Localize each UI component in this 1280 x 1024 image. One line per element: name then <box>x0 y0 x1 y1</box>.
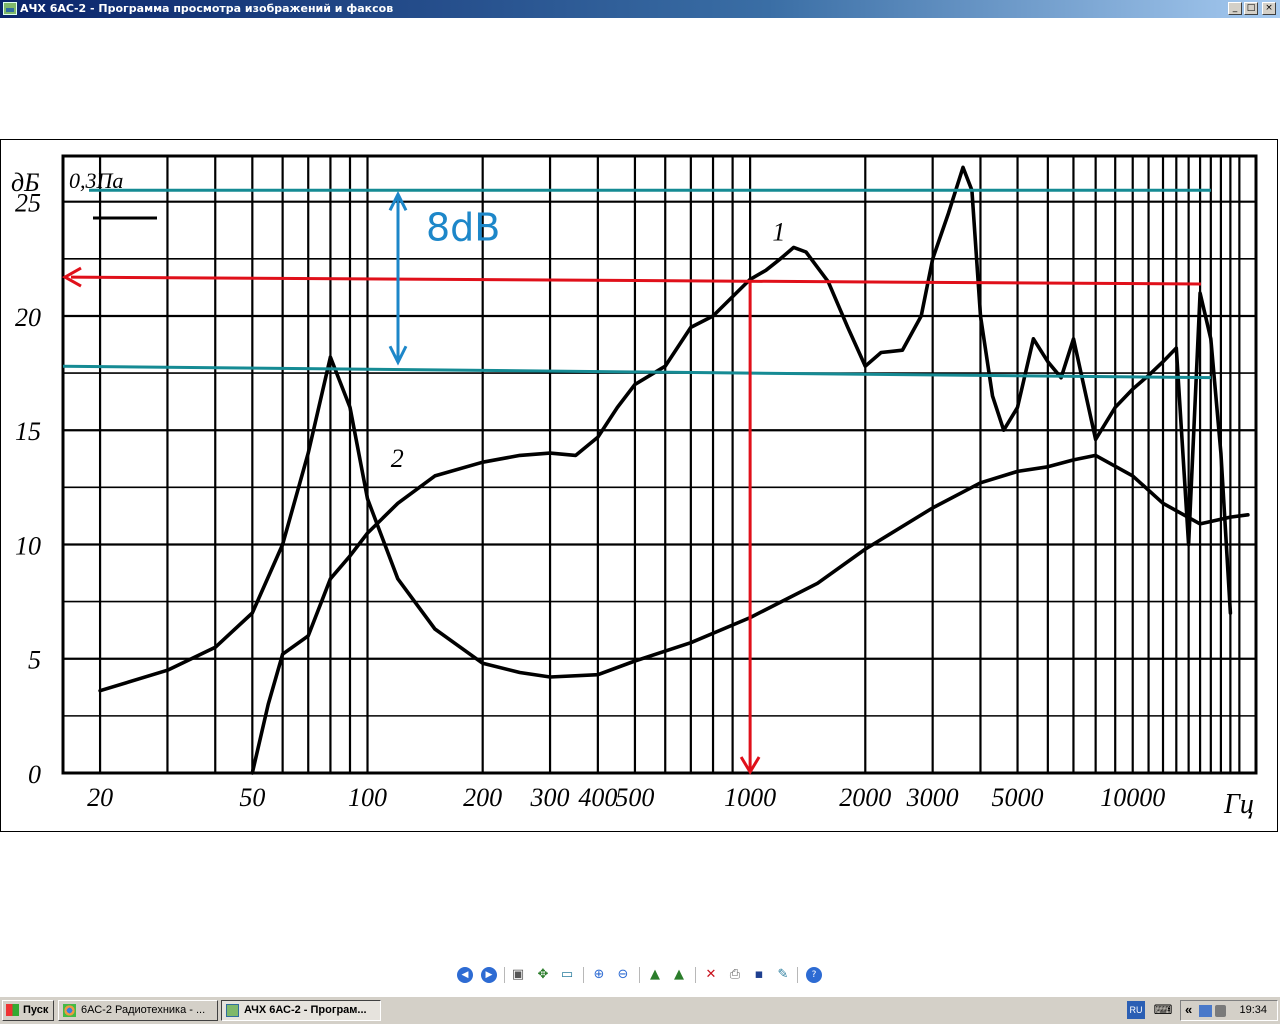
toolbar-separator <box>797 967 798 983</box>
windows-logo-icon <box>6 1004 19 1016</box>
toolbar-separator <box>639 967 640 983</box>
toolbar-separator <box>504 967 505 983</box>
help-button[interactable]: ? <box>806 967 822 983</box>
zoom-out-button[interactable]: ⊖ <box>614 966 632 984</box>
delete-icon: ✕ <box>705 967 717 982</box>
x-tick-label: 3000 <box>906 783 959 812</box>
x-tick-label: 200 <box>463 783 502 812</box>
actual-size-button[interactable]: ✥ <box>534 966 552 984</box>
slideshow-button[interactable]: ▭ <box>558 966 576 984</box>
app-icon <box>3 2 17 15</box>
x-tick-label: 300 <box>530 783 570 812</box>
print-button[interactable]: ⎙ <box>726 966 744 984</box>
network-icon[interactable] <box>1199 1005 1212 1017</box>
taskbar-item-label: 6АС-2 Радиотехника - ... <box>81 1004 206 1016</box>
tray-expand-button[interactable]: « <box>1185 1002 1192 1017</box>
y-axis-label: дБ <box>11 168 40 197</box>
rotate-clockwise-icon: ▲ <box>650 967 660 982</box>
x-tick-label: 1000 <box>724 783 776 812</box>
zoom-in-button[interactable]: ⊕ <box>590 966 608 984</box>
x-tick-label: 50 <box>239 783 265 812</box>
curve-2-label: 2 <box>391 444 404 473</box>
start-button[interactable]: Пуск <box>2 1000 54 1021</box>
x-tick-label: 5000 <box>992 783 1044 812</box>
teal-reference-line-bottom <box>62 364 1212 380</box>
y-tick-label: 5 <box>28 646 41 675</box>
open-for-editing-icon: ✎ <box>777 967 789 982</box>
next-image-button[interactable]: ▶ <box>481 967 497 983</box>
maximize-button[interactable]: □ <box>1244 2 1258 15</box>
language-indicator[interactable]: RU <box>1127 1001 1145 1019</box>
previous-image-icon: ◀ <box>461 970 469 980</box>
plot-frame <box>61 154 1258 775</box>
span-annotation-label: 8dB <box>426 206 500 250</box>
minimize-button[interactable]: _ <box>1228 2 1242 15</box>
x-tick-label: 10000 <box>1100 783 1165 812</box>
zoom-out-icon: ⊖ <box>617 967 629 982</box>
y-tick-label: 20 <box>15 303 41 332</box>
best-fit-icon: ▣ <box>511 967 525 982</box>
taskbar-item-label: АЧХ 6АС-2 - Програм... <box>244 1004 367 1016</box>
save-icon: ▪ <box>754 967 764 982</box>
x-tick-label: 20 <box>87 783 113 812</box>
best-fit-button[interactable]: ▣ <box>509 966 527 984</box>
system-tray: « 19:34 <box>1180 1000 1278 1021</box>
taskbar-item-browser[interactable]: 6АС-2 Радиотехника - ... <box>58 1000 218 1021</box>
clock: 19:34 <box>1239 1004 1267 1016</box>
chart-annotations: 8dB <box>61 188 1212 775</box>
rotate-counterclockwise-icon: ▲ <box>674 967 684 982</box>
y-tick-label: 15 <box>15 417 41 446</box>
window-title: АЧХ 6АС-2 - Программа просмотра изображе… <box>20 2 394 15</box>
series-line-2 <box>98 355 1250 693</box>
volume-icon[interactable] <box>1215 1005 1226 1017</box>
rotate-counterclockwise-button[interactable]: ▲ <box>670 966 688 984</box>
close-button[interactable]: × <box>1262 2 1276 15</box>
print-icon: ⎙ <box>729 967 741 982</box>
actual-size-icon: ✥ <box>537 967 549 982</box>
zoom-in-icon: ⊕ <box>593 967 605 982</box>
frequency-response-chart: 051015202520 50 100 200 300 400500 1000 2000 300… <box>11 154 1258 820</box>
slideshow-icon: ▭ <box>560 967 574 982</box>
taskbar: Пуск 6АС-2 Радиотехника - ... АЧХ 6АС-2 … <box>0 996 1280 1024</box>
save-button[interactable]: ▪ <box>750 966 768 984</box>
help-icon: ? <box>811 970 817 980</box>
x-tick-label: 400 <box>578 783 617 812</box>
rotate-clockwise-button[interactable]: ▲ <box>646 966 664 984</box>
viewer-toolbar: ◀ ▶ ▣ ✥ ▭ ⊕ ⊖ ▲ ▲ ✕ ⎙ ▪ ✎? <box>452 964 832 986</box>
x-axis-label: Гц <box>1223 789 1254 820</box>
toolbar-separator <box>583 967 584 983</box>
y-tick-label: 0 <box>28 760 41 789</box>
x-tick-label: 500 <box>615 783 654 812</box>
curve-1-label: 1 <box>772 218 785 247</box>
previous-image-button[interactable]: ◀ <box>457 967 473 983</box>
y-tick-label: 10 <box>15 531 41 560</box>
chart-grid <box>61 154 1258 775</box>
toolbar-separator <box>695 967 696 983</box>
image-viewer-icon <box>226 1004 239 1017</box>
browser-icon <box>63 1004 76 1017</box>
delete-button[interactable]: ✕ <box>702 966 720 984</box>
x-tick-label: 2000 <box>839 783 891 812</box>
title-bar: АЧХ 6АС-2 - Программа просмотра изображе… <box>0 0 1280 18</box>
start-label: Пуск <box>23 1004 49 1016</box>
keyboard-icon[interactable]: ⌨ <box>1153 1002 1173 1017</box>
taskbar-item-image-viewer[interactable]: АЧХ 6АС-2 - Програм... <box>221 1000 381 1021</box>
open-for-editing-button[interactable]: ✎ <box>774 966 792 984</box>
chart-labels: 051015202520 50 100 200 300 400500 1000 2000 300… <box>11 168 1254 820</box>
image-canvas: 0 5 10 15 20 25 20 50 100 200 300 400 500 1000 2000 300… <box>0 139 1278 832</box>
next-image-icon: ▶ <box>485 970 493 980</box>
x-tick-label: 100 <box>348 783 387 812</box>
